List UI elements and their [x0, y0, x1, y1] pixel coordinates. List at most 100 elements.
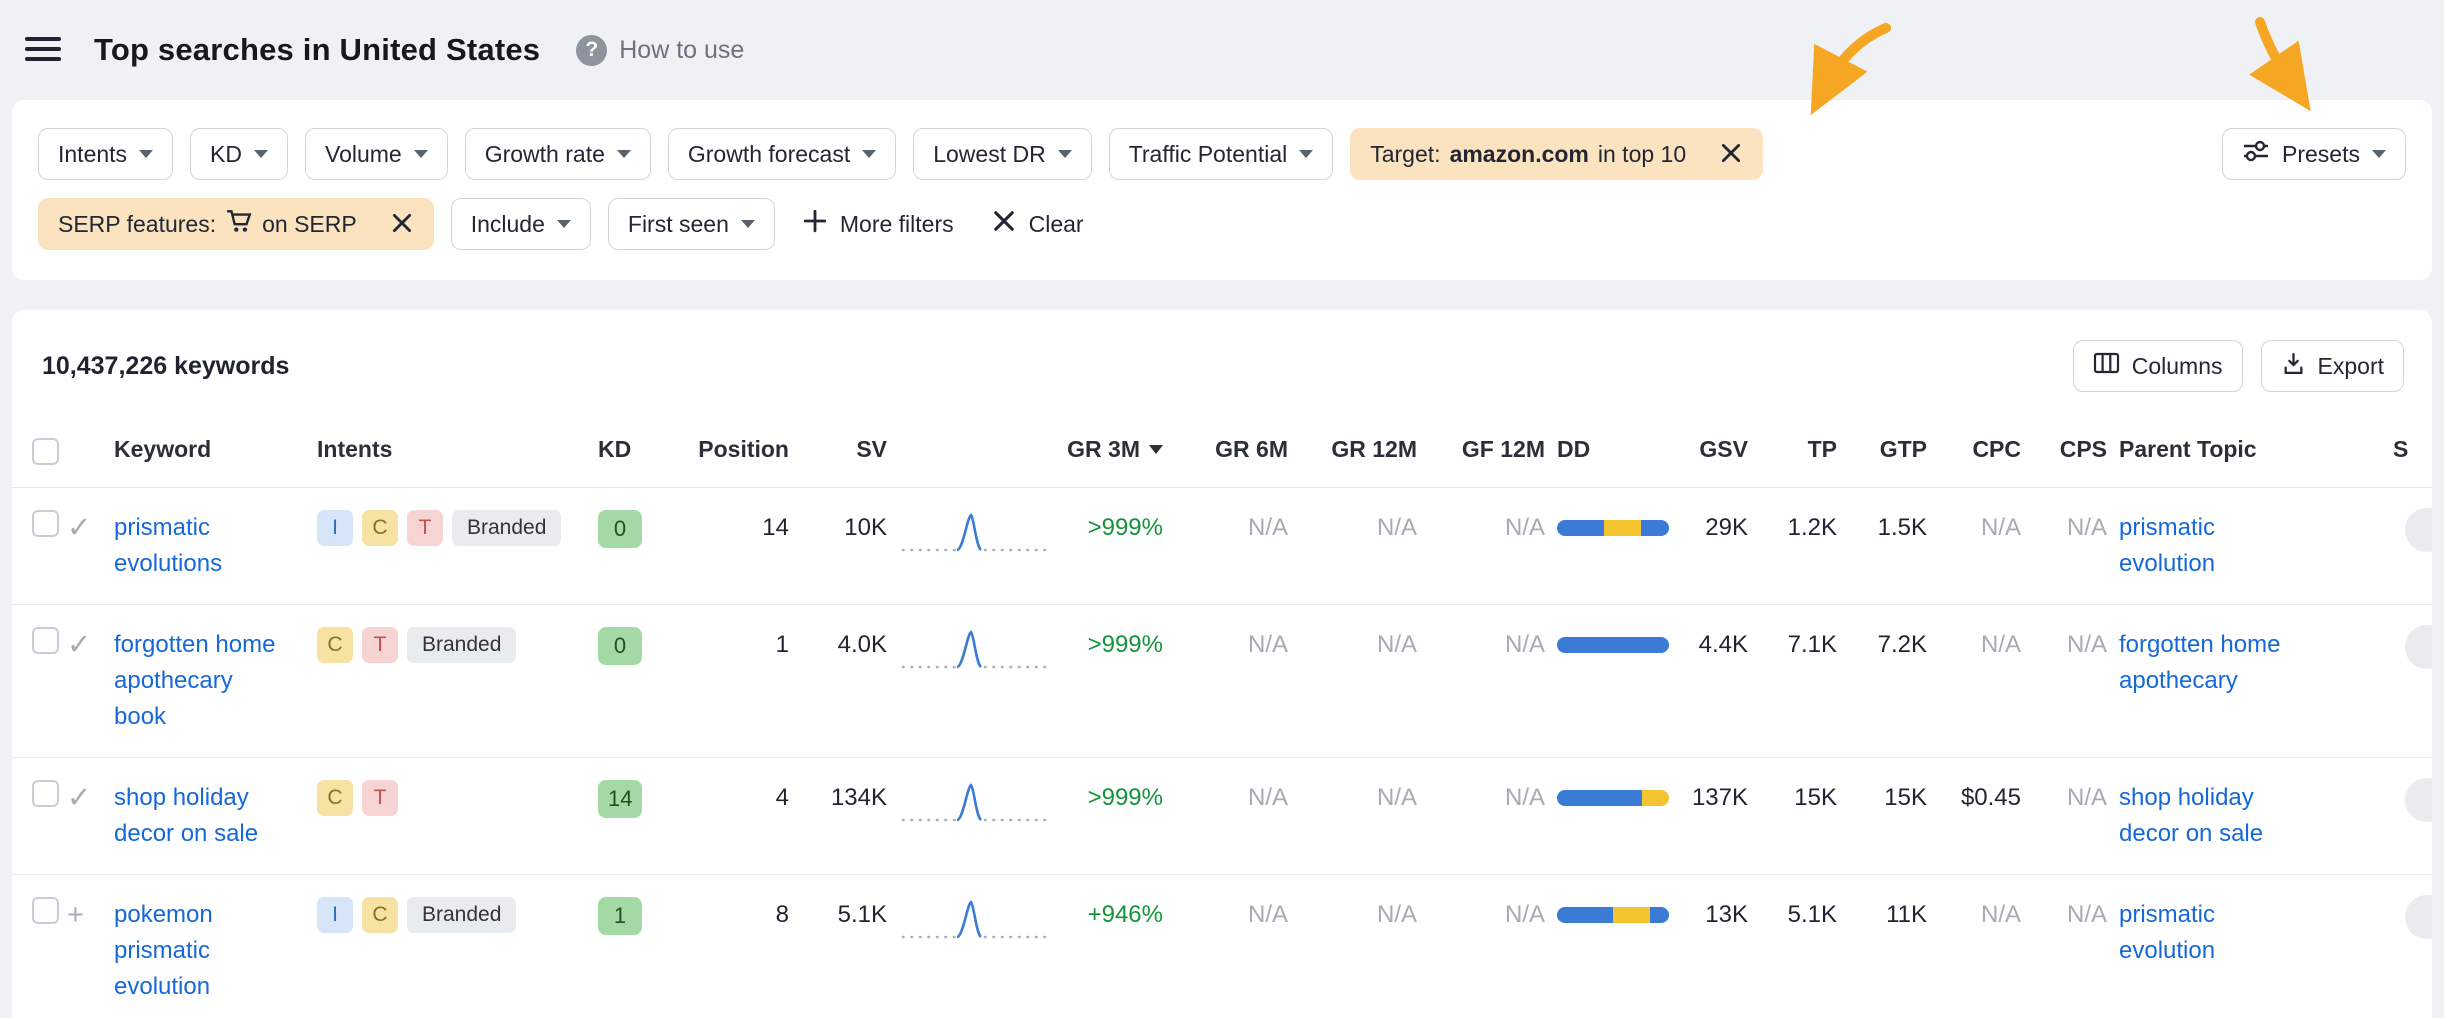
- table-row: ✓prismatic evolutionsICTBranded01410K>99…: [12, 488, 2432, 605]
- kd-badge: 1: [598, 897, 642, 935]
- table-row: +pokemon prismatic evolutionICBranded185…: [12, 875, 2432, 1018]
- row-checkbox[interactable]: [32, 510, 59, 537]
- column-header-gtp[interactable]: GTP: [1849, 416, 1939, 487]
- column-header-gf12m[interactable]: GF 12M: [1429, 416, 1557, 487]
- filter-dropdown-kd[interactable]: KD: [190, 128, 288, 180]
- trend-cell: [899, 605, 1066, 757]
- serp-feature-icon: [2405, 625, 2432, 669]
- parent-topic-link[interactable]: prismatic evolution: [2119, 897, 2309, 969]
- column-header-label: CPS: [2060, 434, 2107, 464]
- position-value: 8: [776, 897, 789, 933]
- cps-value: N/A: [2067, 510, 2107, 546]
- how-to-use-link[interactable]: ? How to use: [576, 35, 744, 66]
- dd-segment-blue: [1641, 520, 1669, 536]
- column-header-label: GR 3M: [1067, 434, 1140, 464]
- chevron-down-icon: [1058, 150, 1072, 158]
- cps-value: N/A: [2067, 627, 2107, 663]
- parent-topic-link[interactable]: shop holiday decor on sale: [2119, 780, 2309, 852]
- position-value: 14: [762, 510, 789, 546]
- column-header-cpc[interactable]: CPC: [1939, 416, 2033, 487]
- keyword-link[interactable]: prismatic evolutions: [114, 510, 277, 582]
- remove-serp-filter-button[interactable]: [390, 211, 414, 238]
- columns-button[interactable]: Columns: [2073, 340, 2243, 392]
- top-bar: Top searches in United States ? How to u…: [0, 0, 2444, 100]
- cpc-value: N/A: [1981, 897, 2021, 933]
- parent-topic-link[interactable]: forgotten home apothecary: [2119, 627, 2309, 699]
- filter-dropdown-lowest-dr[interactable]: Lowest DR: [913, 128, 1091, 180]
- filter-dropdown-volume[interactable]: Volume: [305, 128, 448, 180]
- chevron-down-icon: [1299, 150, 1313, 158]
- column-header-gsv[interactable]: GSV: [1682, 416, 1760, 487]
- row-checkbox[interactable]: [32, 897, 59, 924]
- intent-badge-c: C: [317, 780, 353, 816]
- keywords-count: 10,437,226 keywords: [42, 352, 289, 381]
- added-check-icon[interactable]: ✓: [67, 510, 91, 546]
- intent-badge-branded: Branded: [452, 510, 561, 546]
- gf-12m-value: N/A: [1505, 897, 1545, 933]
- column-header-gr6m[interactable]: GR 6M: [1175, 416, 1300, 487]
- column-header-label: S: [2393, 434, 2408, 464]
- filter-dropdown-traffic-potential[interactable]: Traffic Potential: [1109, 128, 1334, 180]
- filter-dropdown-growth-forecast[interactable]: Growth forecast: [668, 128, 896, 180]
- export-button[interactable]: Export: [2261, 340, 2404, 392]
- presets-button[interactable]: Presets: [2222, 128, 2406, 180]
- include-dropdown[interactable]: Include: [451, 198, 591, 250]
- column-header-sf[interactable]: S: [2353, 416, 2428, 487]
- remove-target-filter-button[interactable]: [1719, 141, 1743, 168]
- column-header-gr3m[interactable]: GR 3M: [1066, 416, 1175, 487]
- menu-icon[interactable]: [18, 28, 68, 73]
- intent-badge-t: T: [362, 780, 398, 816]
- column-header-sv[interactable]: SV: [801, 416, 899, 487]
- column-header-parent_topic[interactable]: Parent Topic: [2119, 416, 2353, 487]
- select-all-checkbox[interactable]: [32, 438, 59, 465]
- filter-label: Growth forecast: [688, 141, 850, 168]
- intent-badge-c: C: [362, 897, 398, 933]
- demand-distribution-bar: [1557, 907, 1669, 923]
- gf-12m-value: N/A: [1505, 780, 1545, 816]
- column-header-label: CPC: [1972, 434, 2021, 464]
- cpc-value: $0.45: [1961, 780, 2021, 816]
- row-checkbox[interactable]: [32, 627, 59, 654]
- filter-dropdown-intents[interactable]: Intents: [38, 128, 173, 180]
- column-header-label: GSV: [1699, 434, 1748, 464]
- added-check-icon[interactable]: ✓: [67, 627, 91, 663]
- filter-dropdown-growth-rate[interactable]: Growth rate: [465, 128, 651, 180]
- added-check-icon[interactable]: ✓: [67, 780, 91, 816]
- more-filters-button[interactable]: More filters: [792, 198, 964, 250]
- column-header-cps[interactable]: CPS: [2033, 416, 2119, 487]
- column-header-dd[interactable]: DD: [1557, 416, 1682, 487]
- column-header-position[interactable]: Position: [676, 416, 801, 487]
- demand-distribution-bar: [1557, 790, 1669, 806]
- intent-badge-t: T: [362, 627, 398, 663]
- column-header-trend[interactable]: [899, 416, 1066, 487]
- parent-topic-link[interactable]: prismatic evolution: [2119, 510, 2309, 582]
- column-header-keyword[interactable]: Keyword: [114, 416, 317, 487]
- first-seen-dropdown[interactable]: First seen: [608, 198, 775, 250]
- column-header-gr12m[interactable]: GR 12M: [1300, 416, 1429, 487]
- tp-value: 15K: [1794, 780, 1837, 816]
- sliders-icon: [2242, 138, 2270, 170]
- target-filter-chip[interactable]: Target: amazon.com in top 10: [1350, 128, 1763, 180]
- intent-badge-c: C: [362, 510, 398, 546]
- serp-features-filter-chip[interactable]: SERP features: on SERP: [38, 198, 434, 250]
- gf-12m-value: N/A: [1505, 627, 1545, 663]
- add-to-list-icon[interactable]: +: [67, 897, 84, 933]
- toolbar-actions: Columns Export: [2073, 340, 2404, 392]
- clear-filters-button[interactable]: Clear: [981, 198, 1094, 250]
- column-header-tp[interactable]: TP: [1760, 416, 1849, 487]
- trend-cell: [899, 758, 1066, 874]
- keyword-link[interactable]: pokemon prismatic evolution: [114, 897, 277, 1005]
- filter-label: Volume: [325, 141, 402, 168]
- column-header-kd[interactable]: KD: [598, 416, 676, 487]
- trend-cell: [899, 488, 1066, 604]
- kd-badge: 0: [598, 627, 642, 665]
- intent-badge-i: I: [317, 510, 353, 546]
- row-checkbox[interactable]: [32, 780, 59, 807]
- keyword-link[interactable]: shop holiday decor on sale: [114, 780, 277, 852]
- keyword-link[interactable]: forgotten home apothecary book: [114, 627, 277, 735]
- column-header-intents[interactable]: Intents: [317, 416, 598, 487]
- gr-3m-value: >999%: [1088, 627, 1163, 663]
- search-volume-value: 10K: [844, 510, 887, 546]
- chevron-down-icon: [617, 150, 631, 158]
- columns-icon: [2093, 351, 2120, 381]
